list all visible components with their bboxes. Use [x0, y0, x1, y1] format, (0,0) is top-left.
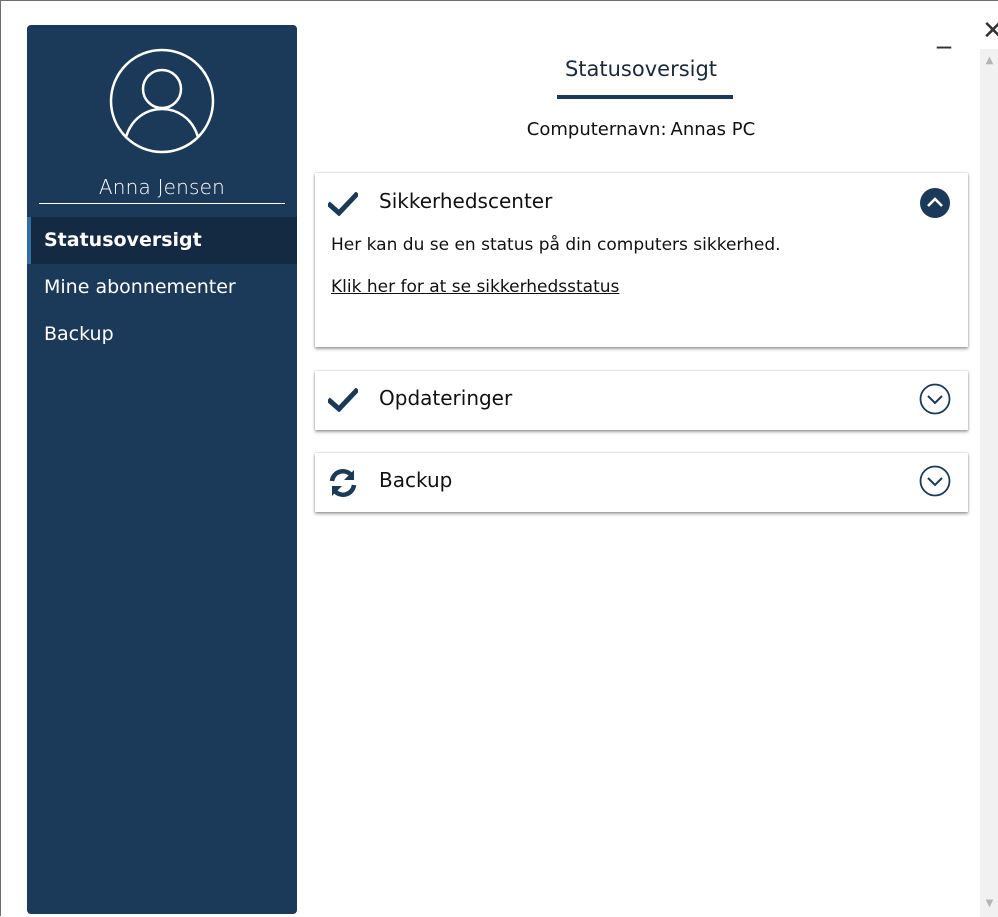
sidebar-nav: Statusoversigt Mine abonnementer Backup [27, 217, 297, 358]
user-name-divider [39, 203, 285, 204]
title-underline [557, 95, 733, 99]
computer-name-label: Computernavn: [526, 119, 667, 140]
expand-chevron-down-icon[interactable] [919, 383, 951, 415]
computer-name-line: Computernavn: Annas PC [481, 119, 801, 140]
sidebar-item-backup[interactable]: Backup [27, 311, 297, 358]
card-title: Sikkerhedscenter [379, 189, 553, 213]
sidebar-item-statusoversigt[interactable]: Statusoversigt [27, 217, 297, 264]
check-icon [328, 388, 358, 412]
sidebar: Anna Jensen Statusoversigt Mine abonneme… [27, 25, 297, 914]
page-title: Statusoversigt [564, 57, 718, 81]
card-title: Opdateringer [379, 386, 513, 410]
card-opdateringer: Opdateringer [315, 371, 968, 430]
minimize-button[interactable]: _ [937, 19, 951, 47]
user-avatar-icon [109, 48, 215, 154]
user-name: Anna Jensen [98, 175, 226, 199]
vertical-scrollbar[interactable]: ▲ ▼ [980, 49, 998, 917]
card-backup: Backup [315, 453, 968, 512]
sync-icon [329, 468, 357, 498]
card-header[interactable]: Opdateringer [315, 371, 968, 431]
card-body: Her kan du se en status på din computers… [315, 235, 968, 313]
computer-name-value: Annas PC [670, 119, 756, 140]
security-status-link[interactable]: Klik her for at se sikkerhedsstatus [331, 277, 619, 297]
card-title: Backup [379, 468, 453, 492]
collapse-chevron-up-icon[interactable] [919, 187, 951, 219]
card-header[interactable]: Backup [315, 453, 968, 513]
close-button[interactable]: ✕ [982, 18, 998, 44]
card-sikkerhedscenter: Sikkerhedscenter Her kan du se en status… [315, 173, 968, 347]
app-window: _ ✕ Anna Jensen Statusoversigt Mine abon… [0, 0, 998, 917]
card-description: Her kan du se en status på din computers… [331, 235, 781, 255]
scroll-up-arrow-icon[interactable]: ▲ [984, 55, 995, 66]
expand-chevron-down-icon[interactable] [919, 465, 951, 497]
check-icon [328, 192, 358, 216]
scroll-down-arrow-icon[interactable]: ▼ [984, 898, 995, 909]
sidebar-item-abonnementer[interactable]: Mine abonnementer [27, 264, 297, 311]
card-header[interactable]: Sikkerhedscenter [315, 173, 968, 233]
